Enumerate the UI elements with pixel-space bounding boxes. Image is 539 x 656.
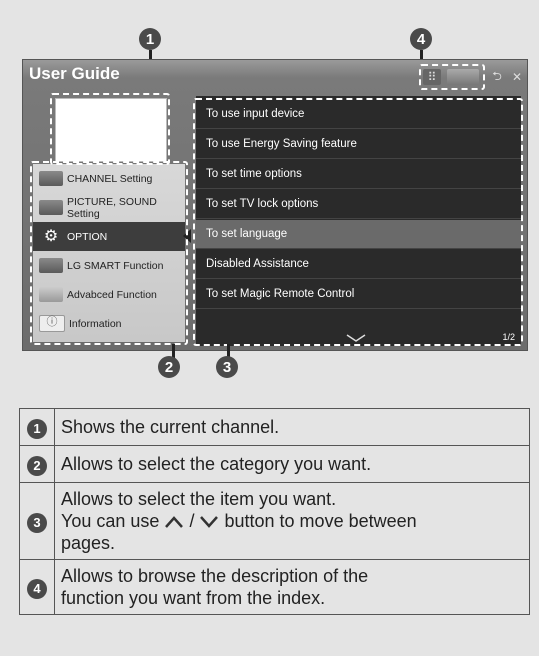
table-row: 2 Allows to select the category you want… [19,445,530,483]
callout-number: 3 [27,512,47,533]
highlight-category-list [30,161,188,345]
legend-text: Allows to browse the description of the … [54,559,530,615]
close-button[interactable]: ✕ [509,69,525,85]
callout-number: 2 [27,455,47,476]
highlight-index-buttons [419,64,485,90]
table-row: 1 Shows the current channel. [19,408,530,446]
table-row: 4 Allows to browse the description of th… [19,559,530,615]
legend-text: Shows the current channel. [54,408,530,446]
legend-line: Allows to select the item you want. [61,489,337,509]
callout-number: 4 [27,578,47,599]
table-row: 3 Allows to select the item you want. Yo… [19,482,530,560]
user-guide-screen: User Guide ⠿ ⮌ ✕ CHANNEL Setting PICTURE… [22,59,528,351]
highlight-item-list [193,98,523,346]
legend-text: Allows to select the item you want. You … [54,482,530,560]
back-button[interactable]: ⮌ [489,69,505,85]
chevron-up-icon [165,516,184,529]
callout-number: 1 [27,418,47,439]
legend-line: Allows to browse the description of the [61,566,369,586]
legend-text: Allows to select the category you want. [54,445,530,483]
highlight-channel-preview [50,93,170,165]
legend-line: You can use / button to move between [61,511,417,531]
callout-1: 1 [139,28,161,50]
legend-table: 1 Shows the current channel. 2 Allows to… [19,408,530,615]
callout-2: 2 [158,356,180,378]
legend-line: pages. [61,533,116,553]
callout-4: 4 [410,28,432,50]
chevron-down-icon [200,516,219,529]
screen-title: User Guide [29,64,120,83]
callout-3: 3 [216,356,238,378]
legend-line: function you want from the index. [61,588,326,608]
